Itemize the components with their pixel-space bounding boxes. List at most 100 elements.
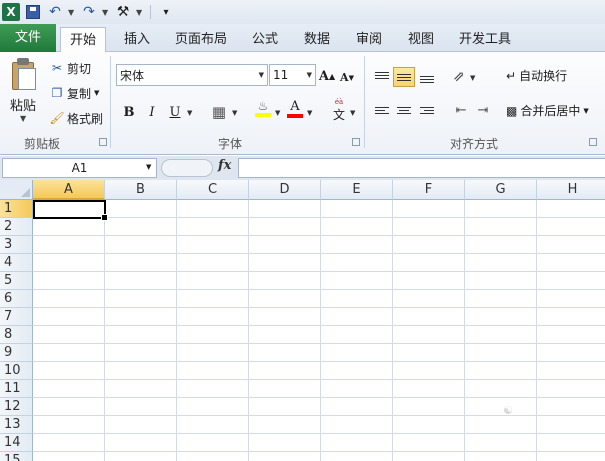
tab-file[interactable]: 文件 <box>0 24 56 52</box>
phonetic-pinyin-icon: éà <box>334 97 344 106</box>
quick-access-toolbar: X ↶ ▼ ↷ ▼ ⚒ ▼ ▾ <box>0 0 605 24</box>
grid-row-line <box>33 271 605 272</box>
borders-icon[interactable]: ▦ <box>210 102 228 122</box>
tab-home[interactable]: 开始 <box>60 27 106 53</box>
column-header-c[interactable]: C <box>177 180 249 200</box>
row-header-8[interactable]: 8 <box>0 326 33 344</box>
shrink-font-button[interactable]: A ▼ <box>338 67 356 87</box>
clipboard-launcher-icon[interactable] <box>99 138 107 146</box>
format-painter-button[interactable]: 🖌 格式刷 <box>49 108 103 128</box>
decrease-indent-icon[interactable]: ⇤ <box>452 100 470 120</box>
row-header-11[interactable]: 11 <box>0 380 33 398</box>
worksheet-grid[interactable]: A B C D E F G H 1 2 3 4 5 6 7 8 9 10 11 12 13 14 15 <box>0 180 605 461</box>
copy-dropdown-icon[interactable]: ▼ <box>94 89 99 97</box>
underline-button[interactable]: U <box>166 102 184 122</box>
cut-button[interactable]: ✂ 剪切 <box>50 58 91 78</box>
name-box-dropdown-icon[interactable]: ▼ <box>146 163 151 171</box>
customize-icon[interactable]: ▾ <box>157 3 175 21</box>
grid-row-line <box>33 415 605 416</box>
group-separator <box>110 56 111 148</box>
grid-row-line <box>33 361 605 362</box>
fill-color-button[interactable]: ♨ <box>254 98 272 118</box>
align-bottom-button[interactable] <box>416 69 438 89</box>
select-all-button[interactable] <box>0 180 33 200</box>
merge-center-dropdown-icon[interactable]: ▼ <box>583 107 588 115</box>
tab-data[interactable]: 数据 <box>294 27 340 52</box>
italic-button[interactable]: I <box>143 102 161 122</box>
row-header-6[interactable]: 6 <box>0 290 33 308</box>
align-top-button[interactable] <box>371 65 393 85</box>
row-header-9[interactable]: 9 <box>0 344 33 362</box>
tab-insert[interactable]: 插入 <box>114 27 160 52</box>
redo-dropdown-icon[interactable]: ▼ <box>102 8 110 17</box>
merge-center-button[interactable]: ▩ 合并后居中 ▼ <box>506 102 589 119</box>
undo-icon[interactable]: ↶ <box>46 3 64 21</box>
align-center-button[interactable] <box>393 100 415 120</box>
font-launcher-icon[interactable] <box>352 138 360 146</box>
format-painter-icon: 🖌 <box>49 111 65 125</box>
row-header-4[interactable]: 4 <box>0 254 33 272</box>
grow-font-button[interactable]: A ▲ <box>318 66 336 86</box>
column-header-g[interactable]: G <box>465 180 537 200</box>
increase-indent-icon[interactable]: ⇥ <box>474 100 492 120</box>
copy-button[interactable]: ❐ 复制 ▼ <box>50 83 100 103</box>
formula-bar-expander[interactable] <box>161 159 213 177</box>
column-header-h[interactable]: H <box>537 180 605 200</box>
underline-dropdown-icon[interactable]: ▼ <box>187 109 192 117</box>
formula-input[interactable] <box>238 158 605 178</box>
tab-view[interactable]: 视图 <box>398 27 444 52</box>
orientation-dropdown-icon[interactable]: ▼ <box>470 74 475 82</box>
tools-icon[interactable]: ⚒ <box>114 3 132 21</box>
save-icon[interactable] <box>24 3 42 21</box>
align-right-button[interactable] <box>416 100 438 120</box>
column-header-d[interactable]: D <box>249 180 321 200</box>
borders-dropdown-icon[interactable]: ▼ <box>232 109 237 117</box>
paste-button[interactable]: 粘贴 <box>10 95 36 114</box>
excel-icon[interactable]: X <box>2 3 20 21</box>
row-header-2[interactable]: 2 <box>0 218 33 236</box>
wrap-text-button[interactable]: ↵ 自动换行 <box>506 67 567 84</box>
column-header-e[interactable]: E <box>321 180 393 200</box>
font-name-select[interactable]: 宋体 ▼ <box>116 64 268 86</box>
row-header-12[interactable]: 12 <box>0 398 33 416</box>
grid-row-line <box>33 325 605 326</box>
column-header-a[interactable]: A <box>33 180 105 200</box>
row-header-3[interactable]: 3 <box>0 236 33 254</box>
formula-bar: A1 ▼ fx <box>0 156 605 180</box>
font-color-button[interactable]: A <box>286 98 304 118</box>
font-size-select[interactable]: 11 ▼ <box>269 64 316 86</box>
column-header-b[interactable]: B <box>105 180 177 200</box>
active-cell[interactable] <box>33 200 108 221</box>
phonetic-button[interactable]: éà 文 <box>328 97 350 122</box>
paste-icon[interactable] <box>10 58 38 90</box>
grid-column-line <box>464 200 465 461</box>
font-color-dropdown-icon[interactable]: ▼ <box>307 109 312 117</box>
paste-dropdown-icon[interactable]: ▼ <box>20 114 26 123</box>
tab-page-layout[interactable]: 页面布局 <box>168 27 234 52</box>
orientation-icon[interactable]: ⇗ <box>450 67 468 87</box>
row-header-7[interactable]: 7 <box>0 308 33 326</box>
redo-icon[interactable]: ↷ <box>80 3 98 21</box>
undo-dropdown-icon[interactable]: ▼ <box>68 8 76 17</box>
row-header-5[interactable]: 5 <box>0 272 33 290</box>
row-header-15[interactable]: 15 <box>0 452 33 461</box>
fill-color-swatch <box>255 113 271 117</box>
fill-color-dropdown-icon[interactable]: ▼ <box>275 109 280 117</box>
row-header-13[interactable]: 13 <box>0 416 33 434</box>
column-header-f[interactable]: F <box>393 180 465 200</box>
bold-button[interactable]: B <box>120 102 138 122</box>
name-box[interactable]: A1 <box>2 158 157 178</box>
alignment-launcher-icon[interactable] <box>589 138 597 146</box>
tools-dropdown-icon[interactable]: ▼ <box>136 8 144 17</box>
grid-column-line <box>536 200 537 461</box>
insert-function-icon[interactable]: fx <box>218 158 231 173</box>
tab-formulas[interactable]: 公式 <box>242 27 288 52</box>
row-header-1[interactable]: 1 <box>0 200 33 218</box>
phonetic-dropdown-icon[interactable]: ▼ <box>350 109 355 117</box>
align-middle-button[interactable] <box>393 67 415 87</box>
align-left-button[interactable] <box>371 100 393 120</box>
row-header-14[interactable]: 14 <box>0 434 33 452</box>
row-header-10[interactable]: 10 <box>0 362 33 380</box>
tab-developer[interactable]: 开发工具 <box>450 27 520 52</box>
tab-review[interactable]: 审阅 <box>346 27 392 52</box>
